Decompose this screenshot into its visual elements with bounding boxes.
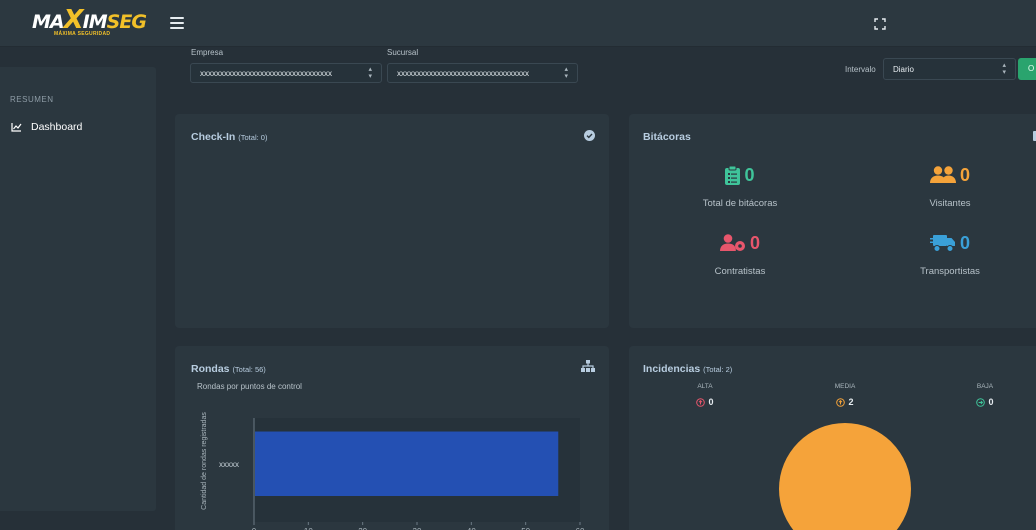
sidebar-section-title: RESUMEN <box>10 95 54 104</box>
bitacoras-title: Bitácoras <box>643 131 691 143</box>
incidencias-card: Incidencias (Total: 2) ALTA 0 MEDIA 2 BA… <box>629 346 1036 530</box>
bar[interactable] <box>255 431 559 496</box>
empresa-label: Empresa <box>191 48 224 57</box>
stat-visitantes: 0 Visitantes <box>875 163 1025 210</box>
sidebar-item-label: Dashboard <box>31 121 83 133</box>
stat-total-bitacoras: 0 Total de bitácoras <box>665 163 815 210</box>
user-gear-icon <box>719 234 745 251</box>
stat-contratistas: 0 Contratistas <box>665 231 815 278</box>
sucursal-select[interactable]: xxxxxxxxxxxxxxxxxxxxxxxxxxxxxxxxx ▴ ▾ <box>387 63 578 83</box>
line-chart-icon <box>11 123 22 132</box>
apply-filter-button[interactable]: O <box>1018 58 1036 80</box>
stat-caption: Transportistas <box>920 266 980 277</box>
select-arrows-icon: ▴ ▾ <box>564 66 568 80</box>
stat-value: 0 <box>749 232 760 253</box>
intervalo-label: Intervalo <box>845 65 876 74</box>
incidencias-pie-chart <box>779 423 911 530</box>
stat-value: 0 <box>959 232 970 253</box>
checkin-title: Check-In (Total: 0) <box>191 131 268 143</box>
stat-value: 0 <box>959 164 970 185</box>
y-axis-label: Cantidad de rondas registradas <box>201 412 208 510</box>
rondas-bar-chart: Cantidad de rondas registradas 010203040… <box>201 412 585 530</box>
pie-slice[interactable] <box>779 423 911 530</box>
check-circle-icon[interactable] <box>584 130 595 141</box>
checkin-card: Check-In (Total: 0) <box>175 114 609 328</box>
stat-caption: Contratistas <box>714 266 766 277</box>
stat-transportistas: 0 Transportistas <box>875 231 1025 278</box>
clipboard-list-icon <box>725 165 741 185</box>
fullscreen-icon[interactable] <box>874 18 886 30</box>
stat-caption: Total de bitácoras <box>702 198 778 209</box>
y-tick-label: xxxxx <box>219 460 239 469</box>
stat-value: 0 <box>744 164 755 185</box>
truck-icon <box>929 235 955 252</box>
stat-caption: Visitantes <box>929 198 971 209</box>
sucursal-label: Sucursal <box>387 48 419 57</box>
menu-toggle-icon[interactable] <box>170 17 184 29</box>
users-icon <box>929 166 956 183</box>
sidebar: RESUMEN Dashboard <box>0 67 156 511</box>
sidebar-item-dashboard[interactable]: Dashboard <box>11 121 82 133</box>
top-navbar: MAXIMSEG MÁXIMA SEGURIDAD <box>0 0 1036 47</box>
bitacoras-card: Bitácoras 0 Total de bitácoras 0 Visitan… <box>629 114 1036 328</box>
select-arrows-icon: ▴ ▾ <box>1002 62 1006 76</box>
rondas-card: Rondas (Total: 56) Rondas por puntos de … <box>175 346 609 530</box>
intervalo-select[interactable]: Diario ▴ ▾ <box>883 58 1016 80</box>
maximseg-logo[interactable]: MAXIMSEG MÁXIMA SEGURIDAD <box>32 7 147 39</box>
select-arrows-icon: ▴ ▾ <box>368 66 372 80</box>
empresa-select[interactable]: xxxxxxxxxxxxxxxxxxxxxxxxxxxxxxxxx ▴ ▾ <box>190 63 382 83</box>
